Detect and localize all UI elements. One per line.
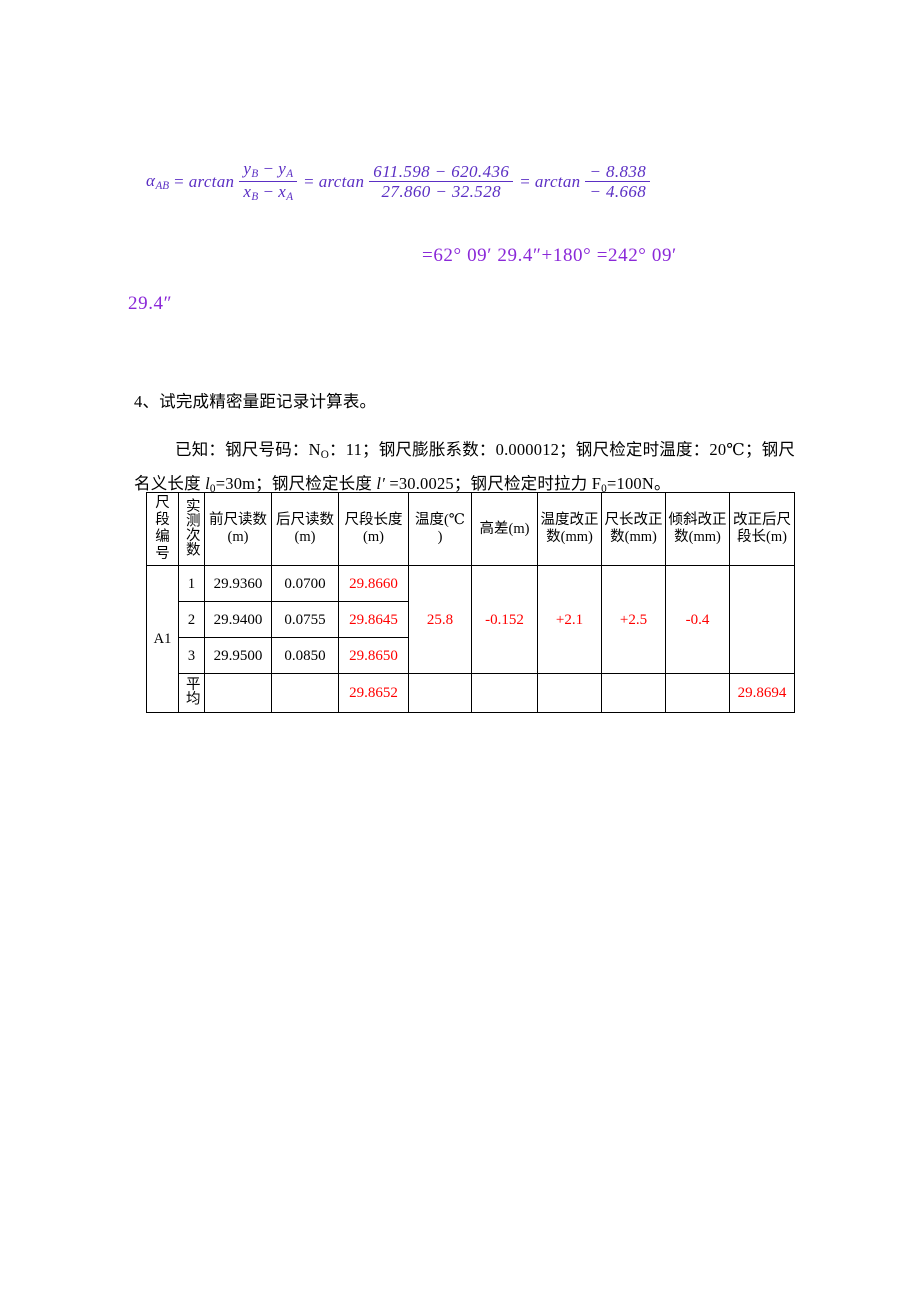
given-line1-prefix: 已知：钢尺号码：N [175, 440, 321, 459]
formula-alpha-ab: αAB [146, 170, 170, 192]
given-conditions-line-1: 已知：钢尺号码：NO：11；钢尺膨胀系数：0.000012；钢尺检定时温度：20… [175, 436, 795, 461]
formula-fraction-symbolic-denominator: xB − xA [243, 182, 294, 204]
cell-avg-temperature-correction-empty [537, 673, 602, 713]
cell-back-reading: 0.0755 [271, 601, 339, 639]
question-heading: 4、试完成精密量距记录计算表。 [134, 392, 377, 411]
cell-avg-back-reading-empty [271, 673, 339, 713]
formula-equals-2: = [304, 172, 314, 192]
header-slope-correction: 倾斜改正 数(mm) [665, 491, 730, 567]
cell-segment-label: A1 [146, 565, 179, 713]
azimuth-result-line-2: 29.4″ [128, 293, 173, 314]
cell-front-reading: 29.9400 [204, 601, 272, 639]
formula-equals-3: = [520, 172, 530, 192]
header-back-reading: 后尺读数 (m) [271, 491, 339, 567]
azimuth-formula-block: αAB = arctan yB − yA xB − xA = arctan 61… [146, 160, 806, 204]
formula-arctan-1: arctan [188, 172, 235, 192]
formula-arctan-3: arctan [534, 172, 581, 192]
document-page: αAB = arctan yB − yA xB − xA = arctan 61… [0, 0, 920, 1302]
formula-fraction-values: 611.598 − 620.436 27.860 − 32.528 [369, 163, 514, 202]
given-line2-part-d: =100N。 [606, 474, 671, 493]
cell-average-corrected-length: 29.8694 [729, 673, 795, 713]
cell-avg-temperature-empty [408, 673, 472, 713]
formula-equals-1: = [174, 172, 184, 192]
cell-avg-front-reading-empty [204, 673, 272, 713]
calibrated-length-symbol: l′ [376, 474, 385, 493]
given-line2-part-c: =30.0025；钢尺检定时拉力 F [385, 474, 602, 493]
cell-front-reading: 29.9360 [204, 565, 272, 603]
header-temperature: 温度(℃ ) [408, 491, 472, 567]
cell-back-reading: 0.0850 [271, 637, 339, 675]
cell-measure-index: 2 [178, 601, 205, 639]
azimuth-result-line-1: =62° 09′ 29.4″+180° =242° 09′ [422, 245, 677, 266]
cell-avg-slope-correction-empty [665, 673, 730, 713]
header-measure-count: 实测次数 [178, 491, 205, 567]
cell-average-segment-length: 29.8652 [338, 673, 409, 713]
cell-slope-correction: -0.4 [665, 565, 730, 675]
table-header-row: 尺段编号 实测次数 前尺读数 (m) 后尺读数 (m) 尺段长度 (m) 温度(… [146, 491, 795, 567]
header-segment-length: 尺段长度 (m) [338, 491, 409, 567]
formula-fraction-values-denominator: 27.860 − 32.528 [381, 182, 502, 202]
cell-average-label: 平均 [178, 673, 205, 713]
cell-temperature-correction: +2.1 [537, 565, 602, 675]
cell-measure-index: 1 [178, 565, 205, 603]
header-corrected-length: 改正后尺 段长(m) [729, 491, 795, 567]
cell-corrected-length-empty [729, 565, 795, 675]
given-line2-part-a: 名义长度 [134, 474, 206, 493]
given-line1-continued: ：11；钢尺膨胀系数：0.000012；钢尺检定时温度：20℃；钢尺 [329, 440, 796, 459]
given-line1-subscript: O [320, 449, 330, 462]
cell-height-difference: -0.152 [471, 565, 538, 675]
header-height-difference: 高差(m) [471, 491, 538, 567]
formula-fraction-reduced-denominator: − 4.668 [589, 182, 647, 202]
formula-fraction-reduced: − 8.838 − 4.668 [585, 163, 651, 202]
cell-temperature: 25.8 [408, 565, 472, 675]
table-row: A1 1 29.9360 0.0700 29.8660 25.8 -0.152 … [146, 565, 795, 713]
header-front-reading: 前尺读数 (m) [204, 491, 272, 567]
header-segment-no: 尺段编号 [146, 491, 179, 567]
cell-segment-length: 29.8645 [338, 601, 409, 639]
cell-back-reading: 0.0700 [271, 565, 339, 603]
precision-distance-measurement-table: 尺段编号 实测次数 前尺读数 (m) 后尺读数 (m) 尺段长度 (m) 温度(… [146, 491, 795, 713]
given-line2-part-b: =30m；钢尺检定长度 [215, 474, 377, 493]
azimuth-formula-line: αAB = arctan yB − yA xB − xA = arctan 61… [146, 160, 806, 204]
cell-avg-length-correction-empty [601, 673, 666, 713]
cell-segment-length: 29.8660 [338, 565, 409, 603]
table-average-row: 平均 29.8652 29.8694 [147, 673, 795, 713]
formula-fraction-symbolic-numerator: yB − yA [239, 160, 298, 183]
cell-segment-length: 29.8650 [338, 637, 409, 675]
formula-fraction-values-numerator: 611.598 − 620.436 [369, 163, 514, 183]
formula-arctan-2: arctan [318, 172, 365, 192]
cell-avg-height-difference-empty [471, 673, 538, 713]
formula-fraction-reduced-numerator: − 8.838 [585, 163, 651, 183]
cell-front-reading: 29.9500 [204, 637, 272, 675]
header-length-correction: 尺长改正 数(mm) [601, 491, 666, 567]
formula-fraction-symbolic: yB − yA xB − xA [239, 160, 298, 204]
cell-length-correction: +2.5 [601, 565, 666, 675]
cell-measure-index: 3 [178, 637, 205, 675]
header-temperature-correction: 温度改正 数(mm) [537, 491, 602, 567]
